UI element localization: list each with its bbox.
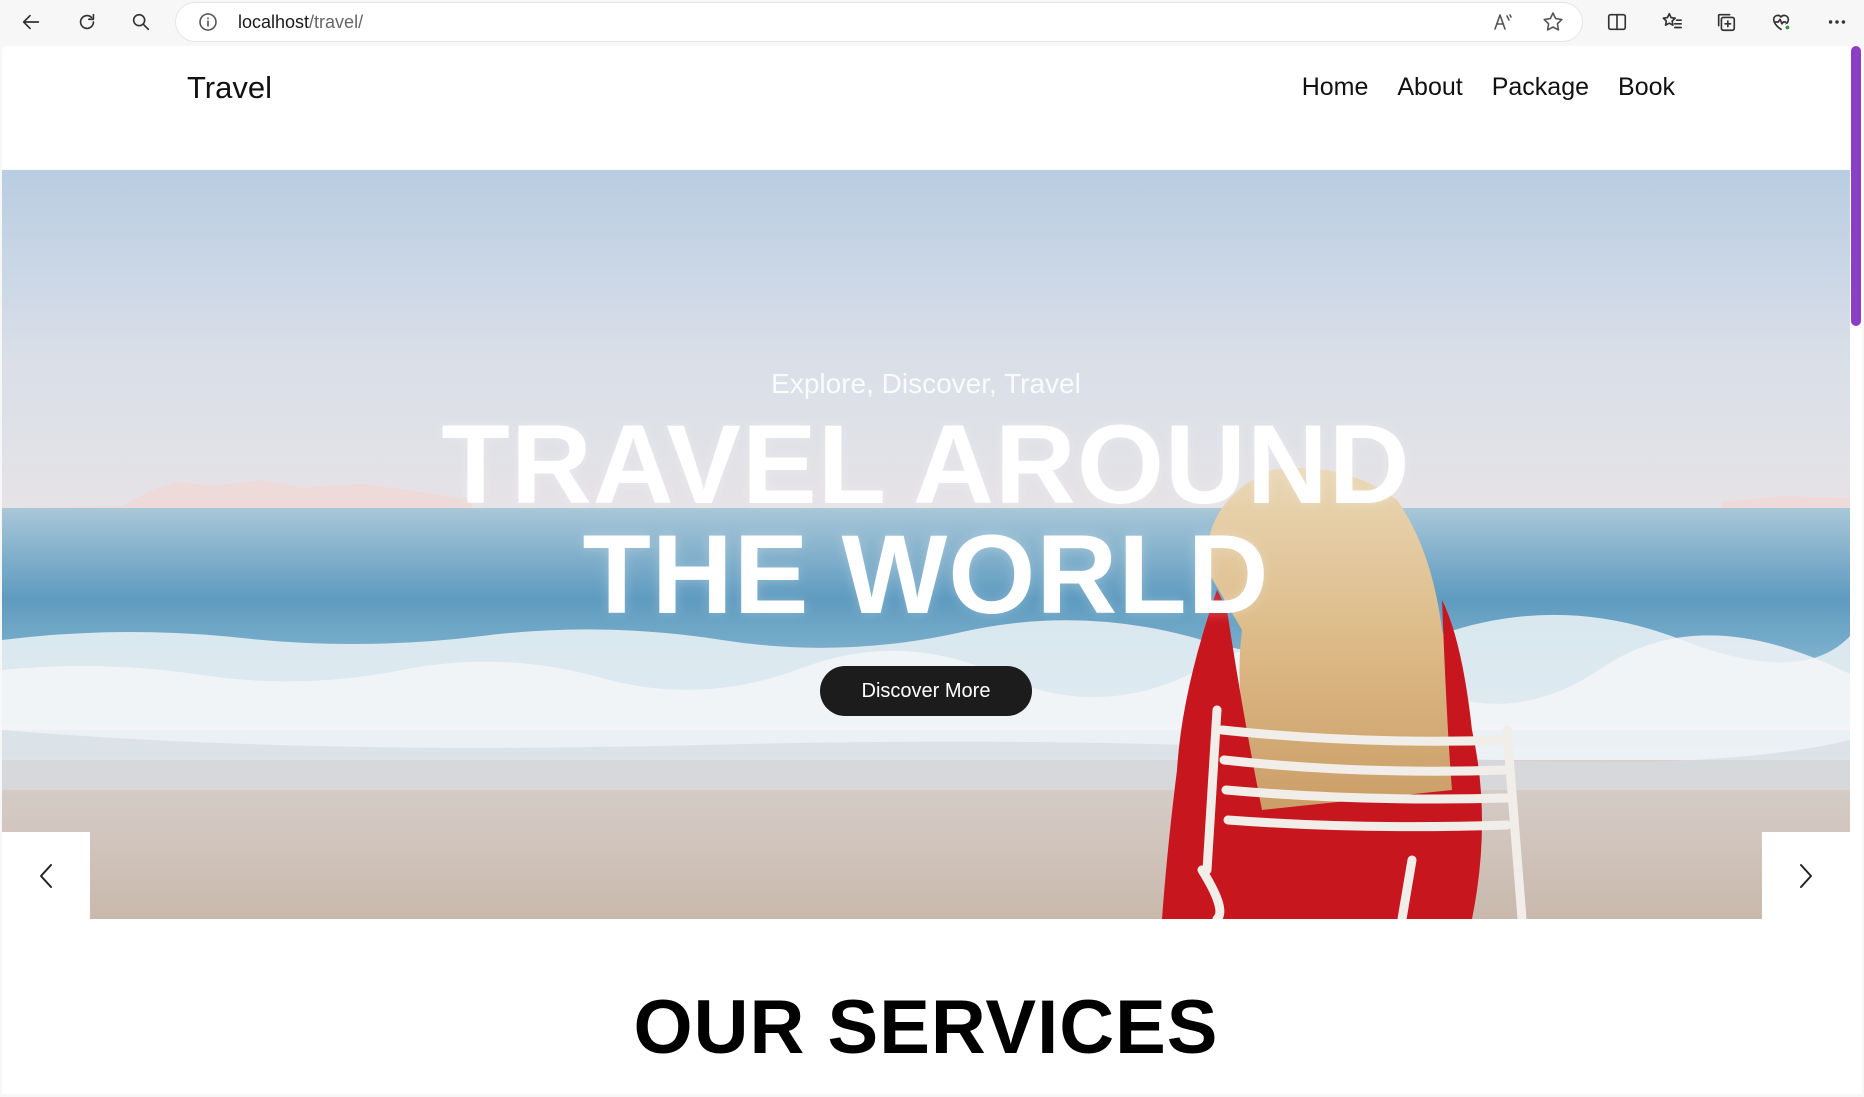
url-text[interactable]: localhost/travel/ bbox=[238, 12, 363, 33]
search-icon[interactable] bbox=[126, 8, 156, 36]
chevron-left-icon bbox=[40, 863, 52, 888]
url-host: localhost bbox=[238, 12, 310, 32]
services-section-title: OUR SERVICES bbox=[633, 985, 1219, 1070]
hero-tagline: Explore, Discover, Travel bbox=[771, 368, 1081, 399]
back-icon[interactable] bbox=[16, 8, 46, 36]
read-aloud-icon[interactable] bbox=[1490, 10, 1516, 34]
carousel-next-button[interactable] bbox=[1762, 832, 1850, 919]
address-bar[interactable]: localhost/travel/ bbox=[176, 3, 1582, 41]
browser-essentials-icon[interactable] bbox=[1766, 8, 1796, 36]
reload-icon[interactable] bbox=[72, 8, 102, 36]
nav-link-home[interactable]: Home bbox=[1302, 73, 1369, 102]
nav-links: Home About Package Book bbox=[1302, 73, 1675, 102]
info-icon[interactable] bbox=[198, 12, 218, 32]
page-scrollbar-thumb[interactable] bbox=[1851, 46, 1861, 326]
site-navbar: Travel Home About Package Book bbox=[2, 46, 1850, 170]
nav-link-book[interactable]: Book bbox=[1618, 73, 1675, 102]
hero-carousel: Explore, Discover, Travel TRAVEL AROUND … bbox=[2, 170, 1850, 919]
nav-link-package[interactable]: Package bbox=[1492, 73, 1589, 102]
favorites-icon[interactable] bbox=[1657, 8, 1687, 36]
url-path: /travel/ bbox=[309, 12, 364, 32]
browser-toolbar: localhost/travel/ bbox=[0, 0, 1864, 44]
chevron-right-icon bbox=[1800, 863, 1812, 888]
more-icon[interactable] bbox=[1822, 8, 1852, 36]
split-screen-icon[interactable] bbox=[1602, 8, 1632, 36]
hero-headline-line-2: THE WORLD bbox=[582, 512, 1270, 637]
nav-link-about[interactable]: About bbox=[1397, 73, 1462, 102]
collections-icon[interactable] bbox=[1711, 8, 1741, 36]
hero-headline-line-1: TRAVEL AROUND bbox=[441, 402, 1411, 527]
favorite-star-icon[interactable] bbox=[1540, 10, 1566, 34]
discover-more-button[interactable]: Discover More bbox=[820, 666, 1032, 716]
page-viewport: Travel Home About Package Book Explore, … bbox=[2, 46, 1850, 1094]
site-brand[interactable]: Travel bbox=[187, 70, 272, 106]
carousel-prev-button[interactable] bbox=[2, 832, 90, 919]
hero-headline: TRAVEL AROUND THE WORLD bbox=[2, 402, 1850, 637]
